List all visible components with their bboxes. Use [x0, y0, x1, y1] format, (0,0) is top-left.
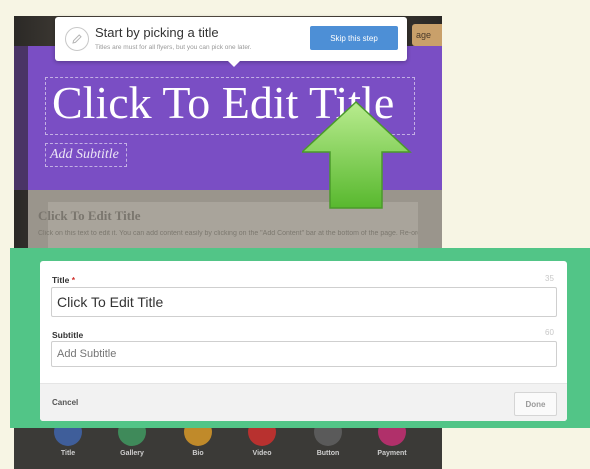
flyer-subtitle[interactable]: Add Subtitle [50, 147, 119, 163]
content-card-text[interactable]: Click on this text to edit it. You can a… [38, 230, 418, 237]
add-payment-tool[interactable]: Payment [366, 428, 416, 469]
title-char-counter: 35 [545, 274, 554, 283]
add-content-bar: Title Gallery Bio Video Button Payment [14, 428, 442, 469]
bio-icon [184, 428, 212, 446]
subtitle-input[interactable] [51, 341, 557, 367]
payment-icon [378, 428, 406, 446]
tool-label: Title [60, 450, 76, 457]
edit-image-button[interactable]: age [412, 24, 442, 46]
required-marker: * [71, 275, 76, 285]
hero-edge [14, 46, 28, 190]
content-card-title[interactable]: Click To Edit Title [38, 208, 140, 224]
tool-label: Payment [377, 450, 407, 457]
up-arrow-icon [302, 100, 412, 209]
add-button-tool[interactable]: Button [302, 428, 352, 469]
onboarding-tooltip: Start by picking a title Titles are must… [55, 17, 407, 67]
edit-image-button-label: age [416, 30, 432, 40]
title-field-label: Title * [52, 275, 75, 285]
add-title-tool[interactable]: Title [42, 428, 92, 469]
tooltip-subtitle: Titles are must for all flyers, but you … [95, 44, 252, 51]
subtitle-field-label: Subtitle [52, 330, 84, 340]
subtitle-char-counter: 60 [545, 328, 554, 337]
cancel-button[interactable]: Cancel [52, 398, 78, 407]
tool-label: Video [252, 450, 272, 457]
tool-label: Bio [192, 450, 204, 457]
gallery-icon [118, 428, 146, 446]
add-bio-tool[interactable]: Bio [172, 428, 222, 469]
button-icon [314, 428, 342, 446]
tool-label: Gallery [120, 450, 144, 457]
skip-step-button[interactable]: Skip this step [310, 26, 398, 50]
title-input[interactable] [51, 287, 557, 317]
video-icon [248, 428, 276, 446]
done-button[interactable]: Done [514, 392, 557, 416]
add-gallery-tool[interactable]: Gallery [106, 428, 156, 469]
dialog-footer: Cancel Done [40, 383, 567, 421]
tool-label: Button [316, 450, 340, 457]
pencil-icon [65, 27, 89, 51]
add-video-tool[interactable]: Video [236, 428, 286, 469]
title-icon [54, 428, 82, 446]
title-label-text: Title [52, 275, 70, 285]
tooltip-title: Start by picking a title [95, 25, 219, 40]
edit-title-dialog: Title * 35 Subtitle 60 Cancel Done [40, 261, 567, 421]
